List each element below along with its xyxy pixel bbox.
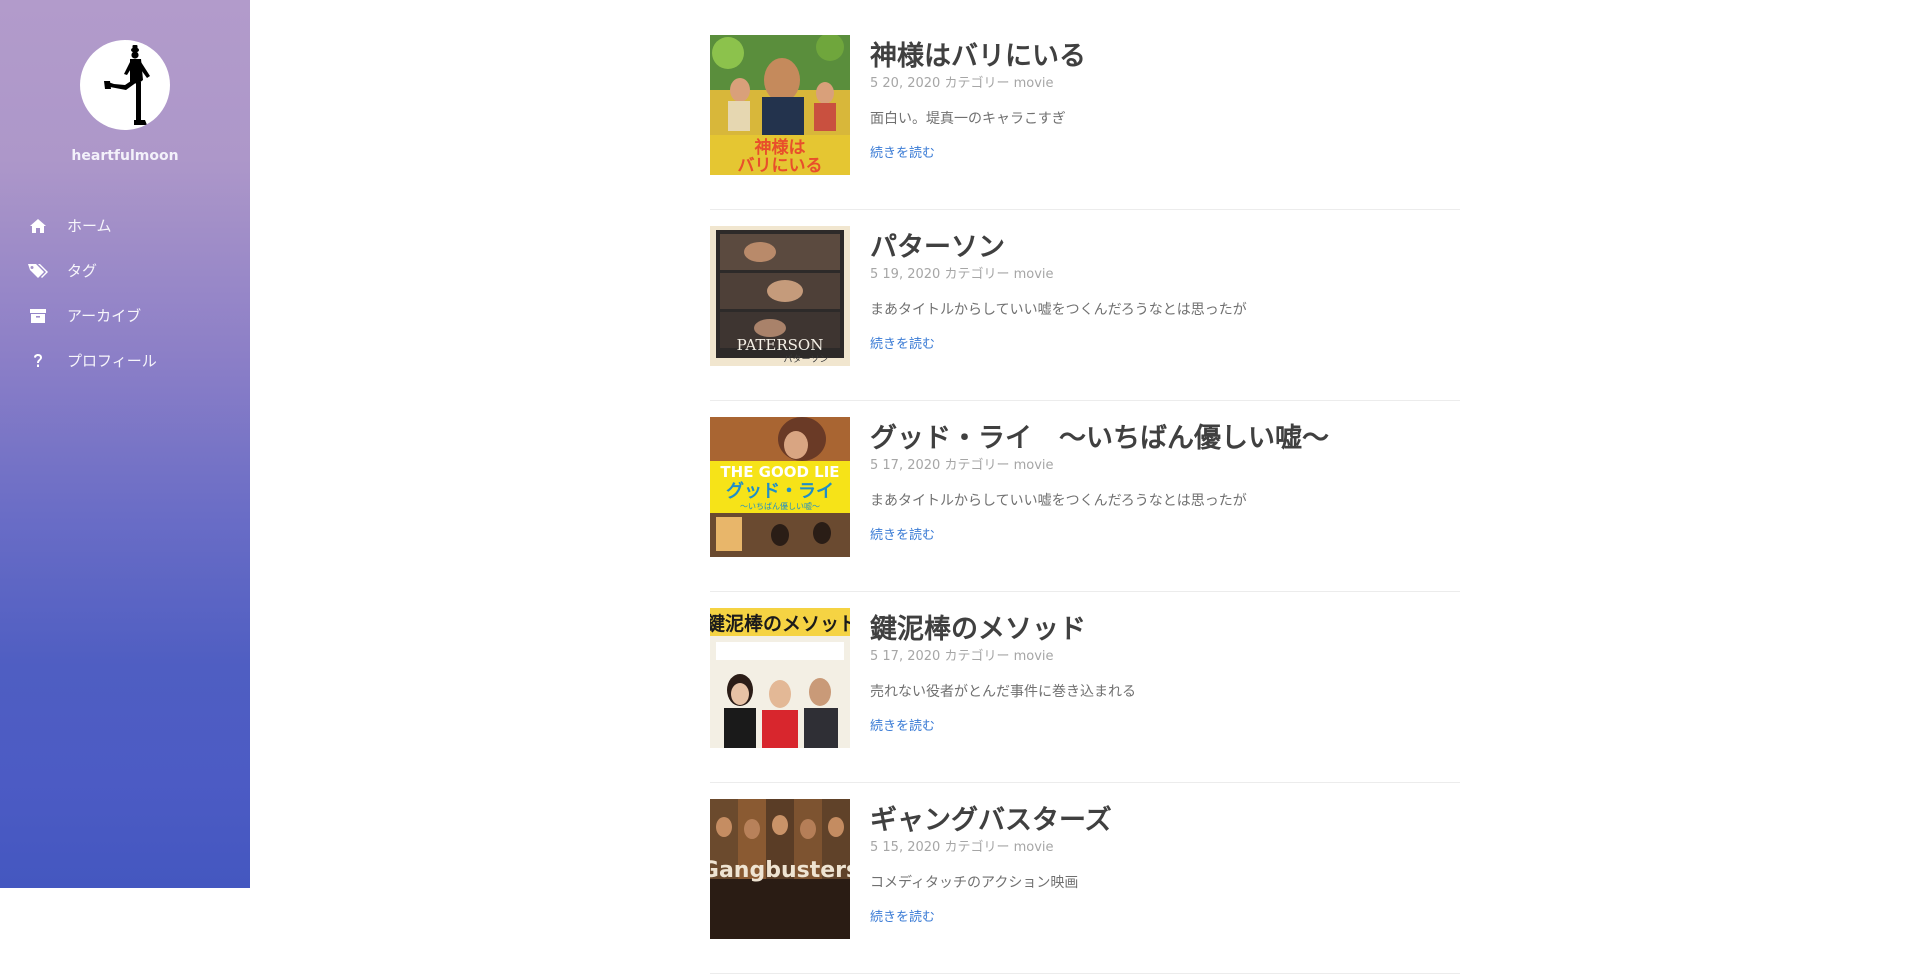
movie-poster-image: PATERSON パターソン bbox=[710, 226, 850, 366]
read-more-link[interactable]: 続きを読む bbox=[870, 524, 935, 543]
site-name[interactable]: heartfulmoon bbox=[0, 148, 250, 164]
post-meta: 5 17, 2020 カテゴリー movie bbox=[870, 645, 1054, 664]
sidebar-nav: ホーム タグ アーカイブ プロフィール bbox=[0, 203, 250, 383]
home-icon bbox=[27, 218, 49, 234]
sidebar-item-profile[interactable]: プロフィール bbox=[0, 338, 250, 383]
post-date: 5 17, 2020 bbox=[870, 649, 941, 664]
post-category-link[interactable]: movie bbox=[1014, 267, 1054, 282]
post-title[interactable]: パターソン bbox=[870, 225, 1005, 264]
archive-icon bbox=[27, 308, 49, 324]
svg-text:パターソン: パターソン bbox=[783, 354, 828, 365]
svg-text:〜いちばん優しい嘘〜: 〜いちばん優しい嘘〜 bbox=[740, 501, 820, 511]
tags-icon bbox=[27, 263, 49, 279]
sidebar-item-archive[interactable]: アーカイブ bbox=[0, 293, 250, 338]
sidebar-item-tags[interactable]: タグ bbox=[0, 248, 250, 293]
post-category-link[interactable]: movie bbox=[1014, 649, 1054, 664]
svg-text:神様は: 神様は bbox=[755, 137, 806, 158]
read-more-link[interactable]: 続きを読む bbox=[870, 142, 935, 161]
movie-poster-image: Gangbusters bbox=[710, 799, 850, 939]
movie-poster-image: THE GOOD LIE グッド・ライ 〜いちばん優しい嘘〜 bbox=[710, 417, 850, 557]
post-item: Gangbusters ギャングバスターズ 5 15, 2020 カテゴリー m… bbox=[710, 784, 1460, 974]
post-item: 鍵泥棒のメソッド 鍵泥棒のメソッド 5 17, 2020 カテゴリー movie… bbox=[710, 593, 1460, 783]
category-label: カテゴリー bbox=[944, 267, 1010, 282]
svg-text:バリにいる: バリにいる bbox=[738, 156, 823, 175]
post-thumbnail[interactable]: 鍵泥棒のメソッド bbox=[710, 608, 850, 748]
post-title[interactable]: グッド・ライ 〜いちばん優しい嘘〜 bbox=[870, 416, 1329, 455]
post-excerpt: 面白い。堤真一のキャラこすぎ bbox=[870, 111, 1066, 127]
post-category-link[interactable]: movie bbox=[1014, 76, 1054, 91]
post-thumbnail[interactable]: Gangbusters bbox=[710, 799, 850, 939]
sidebar-item-label: プロフィール bbox=[67, 352, 157, 370]
sidebar-item-label: タグ bbox=[67, 262, 98, 280]
post-date: 5 19, 2020 bbox=[870, 267, 941, 282]
category-label: カテゴリー bbox=[944, 458, 1010, 473]
silhouette-avatar-icon bbox=[104, 45, 150, 125]
post-date: 5 17, 2020 bbox=[870, 458, 941, 473]
svg-text:グッド・ライ: グッド・ライ bbox=[726, 480, 834, 502]
post-meta: 5 15, 2020 カテゴリー movie bbox=[870, 836, 1054, 855]
post-excerpt: コメディタッチのアクション映画 bbox=[870, 875, 1079, 891]
post-title[interactable]: 鍵泥棒のメソッド bbox=[870, 607, 1086, 646]
avatar[interactable] bbox=[80, 40, 170, 130]
post-thumbnail[interactable]: 神様は バリにいる bbox=[710, 35, 850, 175]
post-item: THE GOOD LIE グッド・ライ 〜いちばん優しい嘘〜 グッド・ライ 〜い… bbox=[710, 402, 1460, 592]
post-category-link[interactable]: movie bbox=[1014, 458, 1054, 473]
post-title[interactable]: ギャングバスターズ bbox=[870, 798, 1112, 837]
post-thumbnail[interactable]: PATERSON パターソン bbox=[710, 226, 850, 366]
sidebar-item-home[interactable]: ホーム bbox=[0, 203, 250, 248]
post-excerpt: まあタイトルからしていい嘘をつくんだろうなとは思ったが bbox=[870, 302, 1247, 318]
svg-text:PATERSON: PATERSON bbox=[737, 336, 824, 354]
svg-text:鍵泥棒のメソッド: 鍵泥棒のメソッド bbox=[710, 612, 850, 635]
read-more-link[interactable]: 続きを読む bbox=[870, 333, 935, 352]
post-date: 5 20, 2020 bbox=[870, 76, 941, 91]
category-label: カテゴリー bbox=[944, 649, 1010, 664]
movie-poster-image: 鍵泥棒のメソッド bbox=[710, 608, 850, 748]
category-label: カテゴリー bbox=[944, 840, 1010, 855]
post-thumbnail[interactable]: THE GOOD LIE グッド・ライ 〜いちばん優しい嘘〜 bbox=[710, 417, 850, 557]
svg-text:Gangbusters: Gangbusters bbox=[710, 858, 850, 883]
movie-poster-image: 神様は バリにいる bbox=[710, 35, 850, 175]
post-date: 5 15, 2020 bbox=[870, 840, 941, 855]
sidebar: heartfulmoon ホーム タグ アーカイブ プロフィール bbox=[0, 0, 250, 888]
sidebar-item-label: ホーム bbox=[67, 217, 112, 235]
post-item: PATERSON パターソン パターソン 5 19, 2020 カテゴリー mo… bbox=[710, 211, 1460, 401]
post-title[interactable]: 神様はバリにいる bbox=[870, 34, 1086, 73]
post-meta: 5 17, 2020 カテゴリー movie bbox=[870, 454, 1054, 473]
svg-text:THE GOOD LIE: THE GOOD LIE bbox=[720, 463, 839, 481]
read-more-link[interactable]: 続きを読む bbox=[870, 906, 935, 925]
read-more-link[interactable]: 続きを読む bbox=[870, 715, 935, 734]
post-excerpt: まあタイトルからしていい嘘をつくんだろうなとは思ったが bbox=[870, 493, 1247, 509]
post-item: 神様は バリにいる 神様はバリにいる 5 20, 2020 カテゴリー movi… bbox=[710, 20, 1460, 210]
sidebar-item-label: アーカイブ bbox=[67, 307, 142, 325]
post-category-link[interactable]: movie bbox=[1014, 840, 1054, 855]
post-meta: 5 19, 2020 カテゴリー movie bbox=[870, 263, 1054, 282]
post-meta: 5 20, 2020 カテゴリー movie bbox=[870, 72, 1054, 91]
category-label: カテゴリー bbox=[944, 76, 1010, 91]
question-icon bbox=[27, 353, 49, 369]
post-excerpt: 売れない役者がとんだ事件に巻き込まれる bbox=[870, 684, 1136, 700]
post-list: 神様は バリにいる 神様はバリにいる 5 20, 2020 カテゴリー movi… bbox=[710, 20, 1460, 974]
